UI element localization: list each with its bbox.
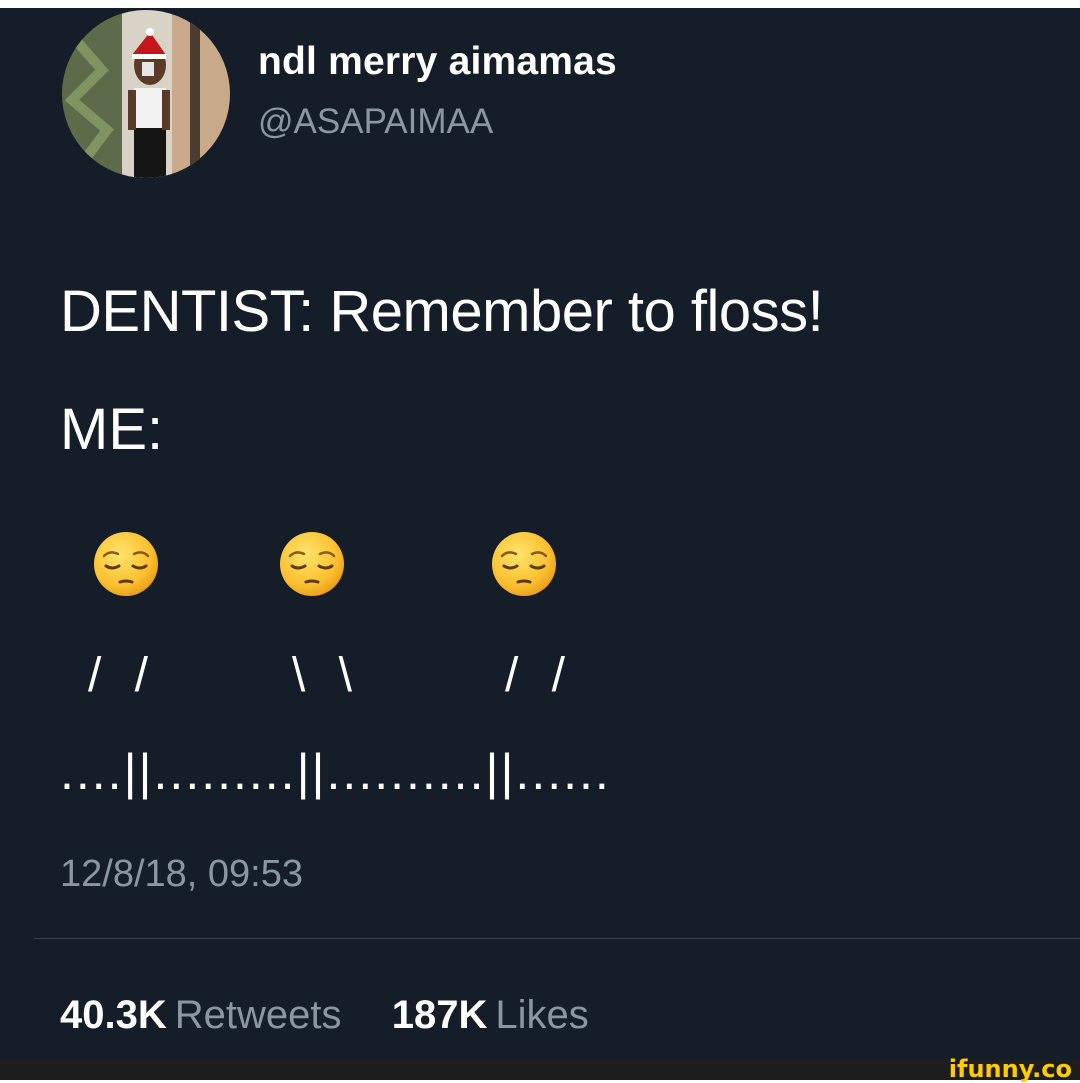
display-name[interactable]: ndl merry aimamas — [258, 40, 617, 84]
retweets-count: 40.3K — [60, 993, 167, 1037]
likes-label: Likes — [495, 993, 589, 1037]
retweets-stat[interactable]: 40.3K Retweets — [60, 993, 353, 1037]
pensive-face-icon — [94, 532, 158, 596]
divider — [34, 938, 1080, 939]
ifunny-watermark: ifunny.co — [948, 1055, 1072, 1083]
tweet-card: ndl merry aimamas @ASAPAIMAA DENTIST: Re… — [0, 8, 1080, 1060]
tweet-text-line-2: ME: — [60, 397, 164, 462]
ascii-legs-middle: \ \ — [292, 649, 363, 702]
pensive-face-icon — [492, 532, 556, 596]
tweet-text-line-1: DENTIST: Remember to floss! — [60, 279, 824, 344]
retweets-label: Retweets — [174, 993, 342, 1037]
profile-photo-icon — [62, 10, 230, 178]
user-handle[interactable]: @ASAPAIMAA — [258, 102, 493, 142]
watermark-bar — [0, 1060, 1080, 1080]
tweet-timestamp[interactable]: 12/8/18, 09:53 — [60, 853, 303, 896]
engagement-stats: 40.3K Retweets 187K Likes — [60, 993, 589, 1038]
ascii-legs-left: / / — [88, 649, 159, 702]
ascii-floss-row: ....||.........||..........||...... — [60, 744, 611, 800]
avatar[interactable] — [62, 10, 230, 178]
ascii-legs-right: / / — [505, 649, 576, 702]
likes-stat[interactable]: 187K Likes — [392, 993, 589, 1037]
pensive-face-icon — [280, 532, 344, 596]
likes-count: 187K — [391, 993, 488, 1037]
